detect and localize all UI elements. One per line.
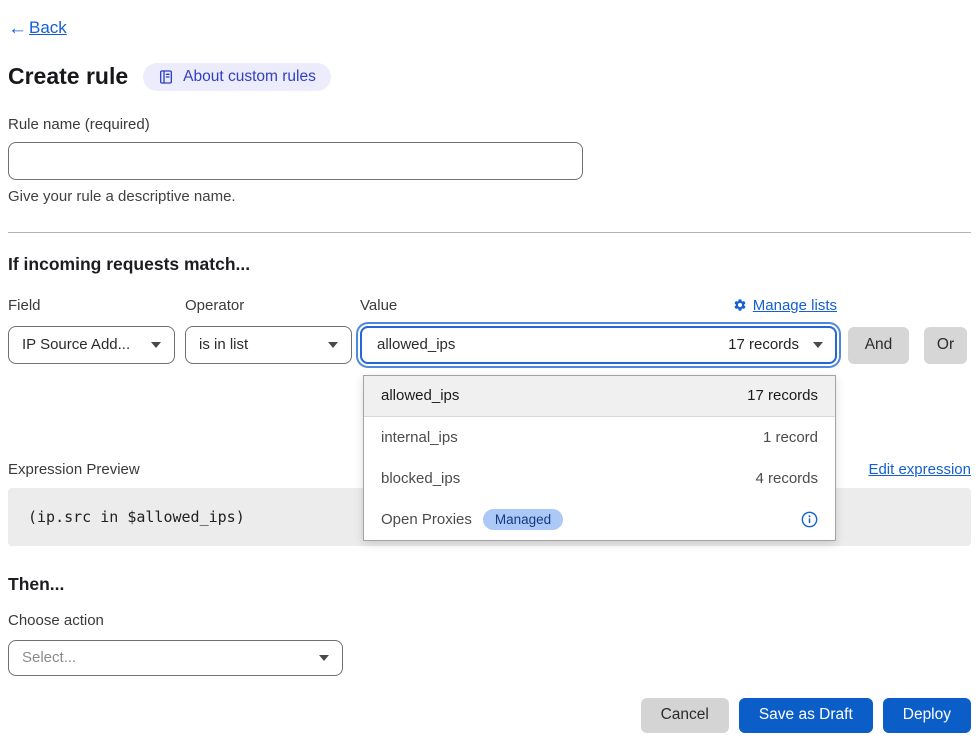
choose-action-label: Choose action: [8, 612, 971, 629]
action-select[interactable]: Select...: [8, 640, 343, 676]
list-option-allowed-ips[interactable]: allowed_ips 17 records: [364, 376, 835, 417]
value-select-right: 17 records: [728, 336, 823, 353]
operator-column: Operator is in list: [185, 297, 352, 364]
create-rule-page: ←Back Create rule About custom rules Rul…: [0, 0, 979, 739]
expression-preview-label: Expression Preview: [8, 461, 140, 478]
operator-select-value: is in list: [199, 336, 248, 353]
back-link-label: Back: [29, 18, 67, 38]
rule-name-label: Rule name (required): [8, 116, 971, 133]
value-select[interactable]: allowed_ips 17 records: [360, 326, 837, 364]
chevron-down-icon: [151, 342, 161, 348]
manage-lists-label: Manage lists: [753, 297, 837, 314]
book-icon: [158, 69, 174, 85]
list-option-left: Open Proxies Managed: [381, 509, 563, 530]
about-custom-rules-link[interactable]: About custom rules: [143, 63, 331, 91]
managed-badge: Managed: [483, 509, 563, 530]
about-link-label: About custom rules: [183, 68, 316, 86]
field-column: Field IP Source Add...: [8, 297, 175, 364]
back-link[interactable]: ←Back: [8, 18, 67, 38]
value-label-row: Value Manage lists: [360, 297, 837, 314]
list-option-records: 1 record: [763, 429, 818, 446]
value-records-count: 17 records: [728, 336, 799, 353]
page-title: Create rule: [8, 63, 128, 90]
footer-actions: Cancel Save as Draft Deploy: [8, 698, 971, 733]
list-option-name: allowed_ips: [381, 387, 459, 404]
match-section-heading: If incoming requests match...: [8, 254, 971, 275]
expression-code: (ip.src in $allowed_ips): [28, 508, 245, 526]
title-row: Create rule About custom rules: [8, 63, 971, 91]
value-column: Value Manage lists allowed_ips 17 record…: [360, 297, 837, 364]
edit-expression-link[interactable]: Edit expression: [868, 461, 971, 478]
info-icon[interactable]: [801, 511, 818, 528]
list-option-name: internal_ips: [381, 429, 458, 446]
and-button[interactable]: And: [848, 327, 909, 364]
or-button[interactable]: Or: [924, 327, 967, 364]
action-select-placeholder: Select...: [22, 649, 76, 666]
rule-name-group: Rule name (required) Give your rule a de…: [8, 116, 971, 205]
list-option-open-proxies[interactable]: Open Proxies Managed: [364, 499, 835, 540]
field-select-value: IP Source Add...: [22, 336, 130, 353]
list-option-name: blocked_ips: [381, 470, 460, 487]
save-as-draft-button[interactable]: Save as Draft: [739, 698, 873, 733]
then-section-heading: Then...: [8, 574, 971, 595]
chevron-down-icon: [319, 655, 329, 661]
cancel-button[interactable]: Cancel: [641, 698, 729, 733]
chevron-down-icon: [813, 342, 823, 348]
field-select[interactable]: IP Source Add...: [8, 326, 175, 364]
rule-name-input[interactable]: [8, 142, 583, 180]
field-label: Field: [8, 297, 175, 314]
lists-dropdown: allowed_ips 17 records internal_ips 1 re…: [363, 375, 836, 541]
section-divider: [8, 232, 971, 233]
match-controls-row: Field IP Source Add... Operator is in li…: [8, 297, 971, 364]
deploy-button[interactable]: Deploy: [883, 698, 971, 733]
list-option-records: 4 records: [755, 470, 818, 487]
gear-icon: [733, 298, 747, 312]
value-label: Value: [360, 297, 397, 314]
list-option-blocked-ips[interactable]: blocked_ips 4 records: [364, 458, 835, 499]
list-option-internal-ips[interactable]: internal_ips 1 record: [364, 417, 835, 458]
operator-label: Operator: [185, 297, 352, 314]
operator-select[interactable]: is in list: [185, 326, 352, 364]
rule-name-helper: Give your rule a descriptive name.: [8, 188, 971, 205]
manage-lists-link[interactable]: Manage lists: [733, 297, 837, 314]
list-option-name: Open Proxies: [381, 511, 472, 528]
list-option-records: 17 records: [747, 387, 818, 404]
value-select-value: allowed_ips: [377, 336, 455, 353]
back-arrow-icon: ←: [8, 19, 27, 38]
chevron-down-icon: [328, 342, 338, 348]
